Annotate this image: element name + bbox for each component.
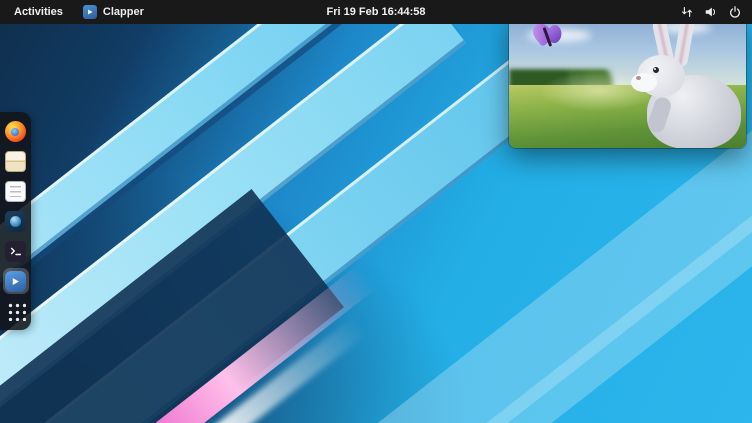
text-editor-icon	[5, 181, 26, 202]
clapper-app-icon	[83, 5, 97, 19]
bunny-illustration	[619, 17, 744, 148]
top-bar-left: Activities Clapper	[0, 5, 144, 19]
dock-item-files[interactable]	[3, 148, 29, 174]
camera-icon	[5, 211, 26, 232]
video-frame	[509, 13, 746, 148]
clock-button[interactable]: Fri 19 Feb 16:44:58	[326, 6, 425, 18]
video-window[interactable]	[509, 13, 746, 148]
dock-item-terminal[interactable]	[3, 238, 29, 264]
volume-icon	[704, 5, 718, 19]
bunny-eye	[653, 67, 659, 73]
dock-item-show-applications[interactable]	[3, 298, 29, 324]
dock-item-clapper[interactable]	[3, 268, 29, 294]
terminal-icon	[5, 241, 26, 262]
files-icon	[5, 151, 26, 172]
dock-item-text-editor[interactable]	[3, 178, 29, 204]
show-applications-icon	[6, 301, 26, 321]
bunny-nose	[636, 76, 641, 80]
clapper-icon	[5, 271, 26, 292]
bunny-muzzle	[631, 73, 657, 92]
app-menu-label: Clapper	[103, 6, 144, 18]
dock-item-camera[interactable]	[3, 208, 29, 234]
app-menu-button[interactable]: Clapper	[83, 5, 144, 19]
activities-button[interactable]: Activities	[10, 6, 67, 18]
system-status-area[interactable]	[680, 5, 752, 19]
dock-item-firefox[interactable]	[3, 118, 29, 144]
dock	[0, 112, 31, 330]
top-bar: Activities Clapper Fri 19 Feb 16:44:58	[0, 0, 752, 24]
power-icon	[728, 5, 742, 19]
firefox-icon	[5, 121, 26, 142]
network-icon	[680, 5, 694, 19]
